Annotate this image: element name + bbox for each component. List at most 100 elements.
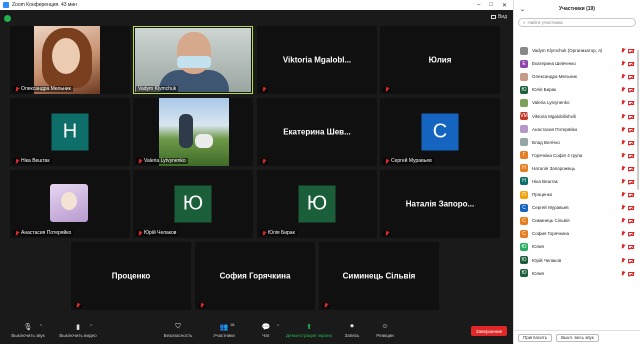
participant-avatar: Н [51, 113, 89, 151]
video-tile[interactable]: Viktoria Mgalobl... [257, 26, 377, 94]
toolbar-label: Выключить видео [59, 333, 97, 338]
scrollbar[interactable] [637, 50, 639, 190]
maximize-icon[interactable]: □ [489, 2, 493, 9]
video-tile[interactable]: Ю Юлія Бирак [257, 170, 377, 238]
minimize-icon[interactable]: – [477, 2, 480, 9]
video-tile[interactable]: Екатерина Шев... [257, 98, 377, 166]
mic-muted-icon [138, 158, 142, 164]
encryption-shield-icon[interactable] [4, 15, 11, 22]
video-tile[interactable]: Симинець Сільвія [319, 242, 439, 310]
video-tile[interactable]: Н Ніка Вештак [10, 98, 130, 166]
video-tile[interactable]: Юлия [380, 26, 500, 94]
chevron-up-icon[interactable]: ^ [277, 324, 279, 330]
participant-row[interactable]: С София Горячкина [514, 227, 640, 240]
participant-row[interactable]: Олександра Мельник [514, 70, 640, 83]
chevron-up-icon[interactable]: ^ [40, 324, 42, 330]
tile-label [383, 87, 391, 92]
video-tile[interactable]: София Горячкина [195, 242, 315, 310]
participant-avatar: Ю [174, 185, 212, 223]
participant-avatar: Н [520, 177, 528, 186]
participant-row[interactable]: С Симинець Сільвія [514, 214, 640, 227]
mic-muted-icon [621, 270, 625, 276]
participant-row[interactable]: Valeria Lytvynenko [514, 96, 640, 109]
mic-muted-icon [621, 100, 625, 105]
participant-avatar [520, 46, 528, 55]
video-tile[interactable]: Олександра Мельник [10, 26, 130, 94]
participant-row[interactable]: Е Екатерина Шевченко [514, 57, 640, 70]
toolbar-button-reactions[interactable]: ☺ Реакции [365, 322, 405, 338]
mic-muted-icon [621, 178, 625, 184]
view-button[interactable]: Вид [490, 14, 507, 20]
participant-avatar: С [520, 229, 528, 238]
invite-button[interactable]: Пригласить [518, 333, 553, 342]
toolbar-label: Чат [262, 333, 270, 338]
mic-muted-icon [621, 165, 625, 171]
participant-row[interactable]: Vadym Klymchuk (Организатор, я) [514, 44, 640, 57]
mic-icon: 🎙 [23, 323, 33, 331]
video-tile[interactable]: Наталія Запоро... [380, 170, 500, 238]
participant-row[interactable]: Ю Юлия [514, 240, 640, 253]
search-icon: ⌕ [523, 20, 526, 25]
video-off-icon [628, 271, 634, 276]
toolbar-button-share-screen[interactable]: ⬆ Демонстрация экрана [286, 322, 332, 339]
chevron-down-icon[interactable]: ⌄ [520, 6, 525, 13]
participant-avatar [520, 125, 528, 134]
person-shape [179, 114, 193, 148]
participant-row[interactable]: С Сергей Муравьев [514, 201, 640, 214]
participant-row[interactable]: Влад Велічко [514, 136, 640, 149]
close-icon[interactable]: ✕ [502, 2, 507, 9]
video-off-icon [628, 88, 634, 93]
mic-muted-icon [621, 205, 625, 210]
chevron-up-icon[interactable]: ^ [232, 324, 234, 330]
video-off-icon [628, 153, 634, 158]
participant-row[interactable]: Ю Юрій Челаков [514, 254, 640, 267]
tile-label: Юлія Бирак [260, 230, 297, 236]
participant-row[interactable]: VM Viktoria Mgalobilishvili [514, 109, 640, 122]
toolbar-button-chat[interactable]: 💬 Чат [246, 322, 286, 339]
mic-muted-icon [262, 87, 266, 92]
video-tile[interactable]: Vadym Klymchuk [133, 26, 253, 94]
mic-muted-icon [200, 303, 204, 308]
participant-search-input[interactable]: ⌕ Найти участника [518, 18, 636, 27]
participant-avatar: Ю [520, 242, 528, 251]
participant-name: Симинець Сільвія [342, 271, 416, 281]
search-placeholder: Найти участника [527, 20, 563, 25]
chevron-up-icon[interactable]: ^ [90, 324, 92, 330]
participant-status-icons [621, 152, 634, 158]
toolbar-button-participants[interactable]: 👥 Участники 15 [204, 322, 244, 338]
tile-label: Юрій Челаков [136, 230, 179, 236]
participant-name: Горячкіна Софія 4 група [532, 152, 583, 158]
participant-name: Екатерина Шев... [283, 127, 351, 137]
video-tile[interactable]: С Сергей Муравьев [380, 98, 500, 166]
video-off-icon [628, 166, 634, 171]
video-tile[interactable]: Анастасия Потеряйко [10, 170, 130, 238]
participant-avatar: Е [520, 59, 528, 68]
participant-row[interactable]: Анастасия Потеряйко [514, 123, 640, 136]
video-tile[interactable]: Valeria Lytvynenko [133, 98, 253, 166]
tile-label: Анастасия Потеряйко [13, 230, 74, 236]
tile-label-text: Олександра Мельник [21, 86, 71, 92]
video-icon: ▮ [76, 323, 80, 331]
participant-avatar: П [520, 190, 528, 199]
participant-row[interactable]: Н Наталія Запорожець [514, 162, 640, 175]
participant-row[interactable]: Н Ніка Вештак [514, 175, 640, 188]
participant-list: Vadym Klymchuk (Организатор, я) Е Екатерин… [514, 44, 640, 280]
end-meeting-button[interactable]: Завершение [471, 326, 507, 336]
mute-all-button[interactable]: Выкл. весь звук [556, 333, 599, 342]
participant-row[interactable]: Ю Юлія Бирак [514, 83, 640, 96]
participant-row[interactable]: П Проценко [514, 188, 640, 201]
participant-status-icons [621, 244, 634, 250]
video-off-icon [628, 206, 634, 211]
video-tile[interactable]: Ю Юрій Челаков [133, 170, 253, 238]
participant-status-icons [621, 61, 634, 67]
mic-muted-icon [621, 139, 625, 145]
participant-row[interactable]: Г Горячкіна Софія 4 група [514, 149, 640, 162]
tile-label [322, 303, 330, 308]
mic-muted-icon [621, 48, 625, 53]
participant-status-icons [621, 100, 634, 106]
participant-row[interactable]: Ю Юлия [514, 267, 640, 280]
participant-avatar [520, 138, 528, 147]
video-tile[interactable]: Проценко [71, 242, 191, 310]
toolbar-button-shield[interactable]: ⛉ Безопасность [158, 322, 198, 339]
chat-icon: 💬 [261, 323, 271, 331]
